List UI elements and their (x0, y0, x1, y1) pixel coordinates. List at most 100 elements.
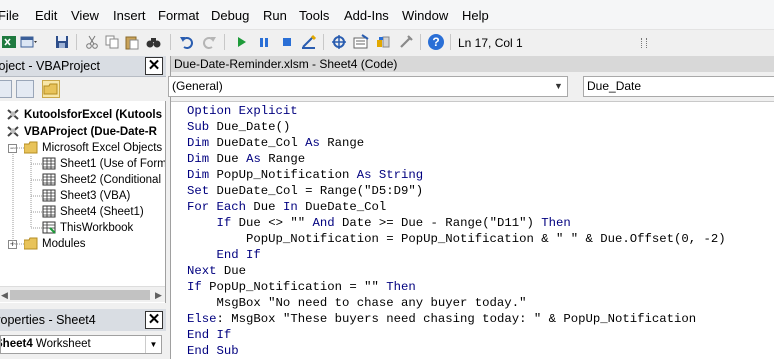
code-line[interactable]: End Sub (187, 343, 239, 359)
code-keyword: End If (216, 248, 261, 262)
menu-format[interactable]: Format (158, 8, 199, 23)
project-explorer-icon[interactable] (330, 33, 348, 51)
reset-icon[interactable] (278, 33, 296, 51)
break-icon[interactable] (255, 33, 273, 51)
code-keyword: Option Explicit (187, 104, 298, 118)
scroll-right-icon[interactable]: ▶ (155, 290, 162, 301)
insert-userform-icon[interactable] (20, 33, 38, 51)
code-line[interactable]: Set DueDate_Col = Range("D5:D9") (187, 183, 423, 199)
menu-add-ins[interactable]: Add-Ins (344, 8, 389, 23)
menu-file[interactable]: File (0, 8, 19, 23)
redo-icon[interactable] (200, 33, 218, 51)
code-line[interactable]: Option Explicit (187, 103, 298, 119)
project-pane-title: Project - VBAProject (0, 59, 100, 73)
cut-icon[interactable] (83, 33, 101, 51)
code-text: DueDate_Col = Range("D5:D9") (216, 184, 424, 198)
project-tree-hscrollbar[interactable]: ◀ ▶ (0, 286, 165, 302)
close-icon[interactable]: ✕ (145, 311, 163, 329)
copy-icon[interactable] (103, 33, 121, 51)
menu-tools[interactable]: Tools (299, 8, 329, 23)
code-keyword: Dim (187, 136, 217, 150)
object-combo[interactable]: (General) ▼ (168, 76, 568, 97)
code-keyword: End Sub (187, 344, 239, 358)
menu-help[interactable]: Help (462, 8, 489, 23)
close-icon[interactable]: ✕ (145, 57, 163, 75)
menu-run[interactable]: Run (263, 8, 287, 23)
standard-toolbar: ? Ln 17, Col 1 (0, 30, 774, 56)
code-text: Due (223, 264, 247, 278)
chevron-down-icon[interactable]: ▼ (550, 77, 567, 96)
code-keyword: For Each (187, 200, 254, 214)
cursor-position-label: Ln 17, Col 1 (458, 36, 523, 50)
code-line[interactable]: Next Due (187, 263, 246, 279)
find-icon[interactable] (145, 33, 163, 51)
code-line[interactable]: For Each Due In DueDate_Col (187, 199, 386, 215)
code-text: Date >= Due - Range("D11") (342, 216, 542, 230)
code-keyword: As (246, 152, 269, 166)
scroll-thumb[interactable] (10, 290, 150, 300)
menu-debug[interactable]: Debug (211, 8, 249, 23)
properties-pane-header: Properties - Sheet4 ✕ (0, 309, 166, 331)
procedure-combo[interactable]: Due_Date (583, 76, 774, 97)
code-keyword: Else (187, 312, 217, 326)
view-object-icon[interactable] (16, 80, 34, 98)
code-editor[interactable]: Option Explicit Sub Due_Date() Dim DueDate… (171, 103, 774, 359)
code-keyword: End If (187, 328, 232, 342)
code-window: Due-Date-Reminder.xlsm - Sheet4 (Code) (… (168, 56, 774, 359)
scroll-left-icon[interactable]: ◀ (1, 290, 8, 301)
code-window-combos: (General) ▼ Due_Date (168, 72, 774, 102)
code-line[interactable]: Dim PopUp_Notification As String (187, 167, 423, 183)
code-keyword: Next (187, 264, 224, 278)
project-pane-header: Project - VBAProject ✕ (0, 56, 166, 77)
code-text: Range (327, 136, 365, 150)
code-text: Due (253, 200, 283, 214)
menu-window[interactable]: Window (402, 8, 448, 23)
code-text: DueDate_Col (216, 136, 306, 150)
undo-icon[interactable] (178, 33, 196, 51)
run-icon[interactable] (232, 33, 250, 51)
chevron-down-icon[interactable]: ▼ (145, 336, 161, 353)
code-line[interactable]: PopUp_Notification = PopUp_Notification … (187, 231, 726, 247)
view-excel-icon[interactable] (0, 33, 18, 51)
code-text: PopUp_Notification = "" (209, 280, 387, 294)
code-text: Due (216, 152, 247, 166)
code-keyword: In (282, 200, 306, 214)
help-icon[interactable]: ? (427, 33, 445, 51)
code-text: DueDate_Col (305, 200, 387, 214)
toolbar-grip[interactable] (638, 34, 648, 52)
code-keyword: As (305, 136, 328, 150)
code-keyword: Then (541, 216, 571, 230)
menu-edit[interactable]: Edit (35, 8, 57, 23)
code-text: PopUp_Notification = PopUp_Notification … (187, 232, 726, 246)
design-mode-icon[interactable] (300, 33, 318, 51)
code-keyword: Set (187, 184, 217, 198)
menu-view[interactable]: View (71, 8, 99, 23)
menu-insert[interactable]: Insert (113, 8, 146, 23)
code-line[interactable]: If Due <> "" And Date >= Due - Range("D1… (187, 215, 571, 231)
object-browser-icon[interactable] (374, 33, 392, 51)
code-line[interactable]: Else: MsgBox "These buyers need chasing … (187, 311, 696, 327)
code-line[interactable]: Dim Due As Range (187, 151, 305, 167)
toggle-folders-icon[interactable] (42, 80, 60, 98)
code-keyword: Then (386, 280, 416, 294)
code-keyword: Dim (187, 168, 217, 182)
paste-icon[interactable] (123, 33, 141, 51)
code-text: Range (268, 152, 306, 166)
save-icon[interactable] (53, 33, 71, 51)
code-window-title: Due-Date-Reminder.xlsm - Sheet4 (Code) (171, 56, 774, 72)
code-line[interactable]: End If (187, 327, 231, 343)
code-line[interactable]: Sub Due_Date() (187, 119, 290, 135)
code-line[interactable]: Dim DueDate_Col As Range (187, 135, 364, 151)
view-code-icon[interactable] (0, 80, 12, 98)
code-text: : MsgBox "These buyers need chasing toda… (216, 312, 697, 326)
toolbox-icon[interactable] (397, 33, 415, 51)
code-keyword: Dim (187, 152, 217, 166)
properties-window-icon[interactable] (352, 33, 370, 51)
code-line[interactable]: MsgBox "No need to chase any buyer today… (187, 295, 527, 311)
properties-object-select[interactable]: Sheet4 Worksheet ▼ (0, 335, 162, 354)
code-line[interactable]: If PopUp_Notification = "" Then (187, 279, 416, 295)
code-keyword: Sub (187, 120, 217, 134)
code-keyword: And (312, 216, 342, 230)
code-line[interactable]: End If (187, 247, 261, 263)
